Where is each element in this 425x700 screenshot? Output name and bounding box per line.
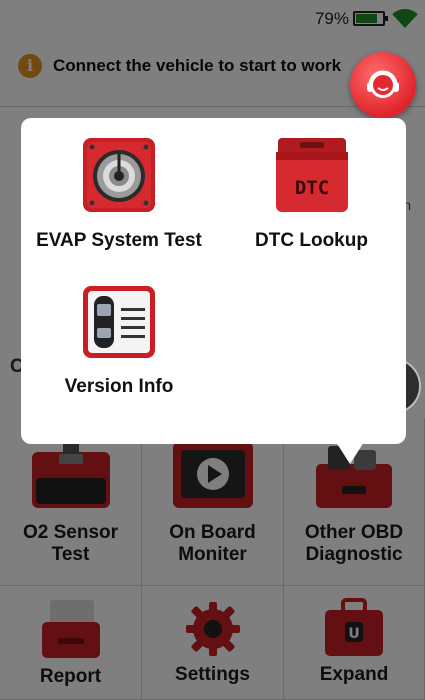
dtc-lookup-label: DTC Lookup: [255, 230, 368, 251]
dtc-lookup-item[interactable]: DTC DTC Lookup: [217, 128, 406, 268]
radar-gauge-icon: [83, 138, 155, 212]
evap-system-test-label: EVAP System Test: [36, 230, 202, 251]
dtc-icon-text: DTC: [294, 177, 328, 199]
customer-support-icon: [367, 70, 399, 98]
car-document-icon: [83, 286, 155, 358]
dtc-box-icon: DTC: [275, 138, 348, 212]
popup-pointer: [336, 442, 364, 464]
version-info-label: Version Info: [64, 376, 174, 397]
customer-support-button[interactable]: [350, 52, 416, 118]
evap-system-test-item[interactable]: EVAP System Test: [21, 128, 217, 268]
version-info-item[interactable]: Version Info: [21, 278, 217, 418]
more-functions-popup: EVAP System Test DTC DTC Lookup Version …: [21, 118, 406, 444]
